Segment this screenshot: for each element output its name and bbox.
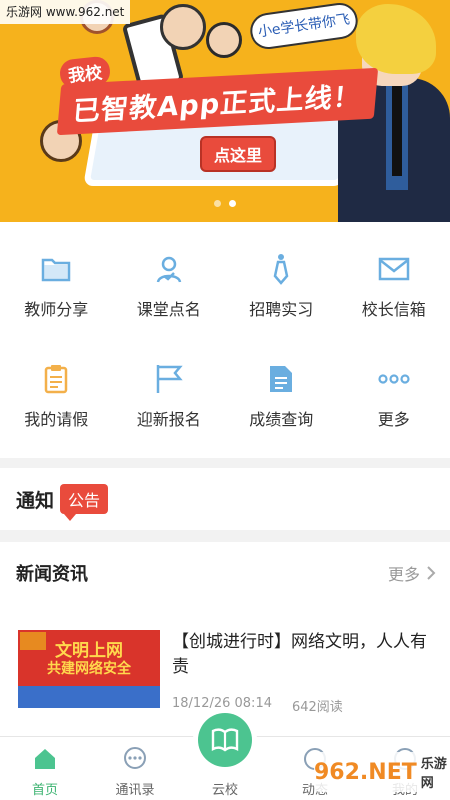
function-grid: 教师分享 课堂点名 招聘实习 校长信箱 我的请假 迎新报名 成绩查询 更多 [0,222,450,458]
grid-item-label: 成绩查询 [249,410,314,429]
thumbnail-blue-band [18,686,160,708]
banner-dot-active[interactable] [229,200,236,207]
tab-label: 云校 [211,783,238,798]
grid-item-label: 我的请假 [24,410,89,429]
grid-item-teacher-share[interactable]: 教师分享 [0,232,113,342]
banner-page-indicator [214,200,236,207]
home-icon [31,745,59,773]
brand-watermark-logo: 962.NET [314,759,417,785]
grid-item-label: 教师分享 [24,300,89,319]
grid-item-roll-call[interactable]: 课堂点名 [113,232,226,342]
banner-student-illustration [206,22,242,58]
brand-watermark: 962.NET 乐游网 [314,752,448,792]
document-icon [264,362,298,396]
grid-item-label: 更多 [377,410,410,429]
banner-character-hair [356,4,436,74]
news-meta: 18/12/26 08:14 642阅读 [172,696,343,715]
tab-contacts[interactable]: 通讯录 [90,737,180,800]
grid-item-principal-mailbox[interactable]: 校长信箱 [338,232,450,342]
news-section-title: 新闻资讯 [16,564,88,585]
chat-icon [121,745,149,773]
grid-item-label: 招聘实习 [249,300,314,319]
notice-tag: 公告 [60,484,109,521]
user-check-icon [152,252,186,286]
thumbnail-text-line2: 共建网络安全 [47,661,131,677]
news-header: 新闻资讯 更多 [0,542,450,604]
news-more-label: 更多 [387,565,420,584]
news-more-link[interactable]: 更多 [388,561,436,585]
grid-item-freshman-signup[interactable]: 迎新报名 [113,342,226,452]
banner-dot[interactable] [214,200,221,207]
watermark-text: 乐游网 www.962.net [0,0,131,24]
grid-item-leave-request[interactable]: 我的请假 [0,342,113,452]
chevron-right-icon [427,566,436,580]
tab-label: 通讯录 [115,783,155,798]
notice-bar[interactable]: 通知 公告 [0,468,450,530]
grid-item-more[interactable]: 更多 [338,342,450,452]
tab-label: 首页 [31,783,58,798]
folder-icon [39,252,73,286]
grid-item-recruit[interactable]: 招聘实习 [225,232,338,342]
mail-icon [377,252,411,286]
grid-item-grade-query[interactable]: 成绩查询 [225,342,338,452]
banner-click-button[interactable]: 点这里 [200,136,277,172]
grid-item-label: 校长信箱 [361,300,426,319]
tie-icon [264,252,298,286]
notice-title: 通知 [16,489,55,512]
grid-item-label: 课堂点名 [136,300,201,319]
news-read-count: 642阅读 [291,700,343,715]
more-dots-icon [377,362,411,396]
promo-banner[interactable]: 小e学长带你飞 我校 已智教App正式上线！ 点这里 乐游网 www.962.n… [0,0,450,222]
book-icon [198,713,252,767]
banner-character-tie [392,86,402,176]
clipboard-icon [39,362,73,396]
cloud-school-center-button[interactable] [193,708,257,772]
news-thumbnail: 文明上网 共建网络安全 [18,630,160,708]
tab-home[interactable]: 首页 [0,737,90,800]
flag-icon [152,362,186,396]
grid-item-label: 迎新报名 [136,410,201,429]
news-list-item[interactable]: 文明上网 共建网络安全 【创城进行时】网络文明，人人有责 18/12/26 08… [18,630,438,715]
banner-boy-illustration [160,4,206,50]
brand-watermark-text: 乐游网 [420,757,447,791]
news-headline: 【创城进行时】网络文明，人人有责 [172,632,427,677]
banner-speech-bubble: 小e学长带你飞 [248,0,360,52]
